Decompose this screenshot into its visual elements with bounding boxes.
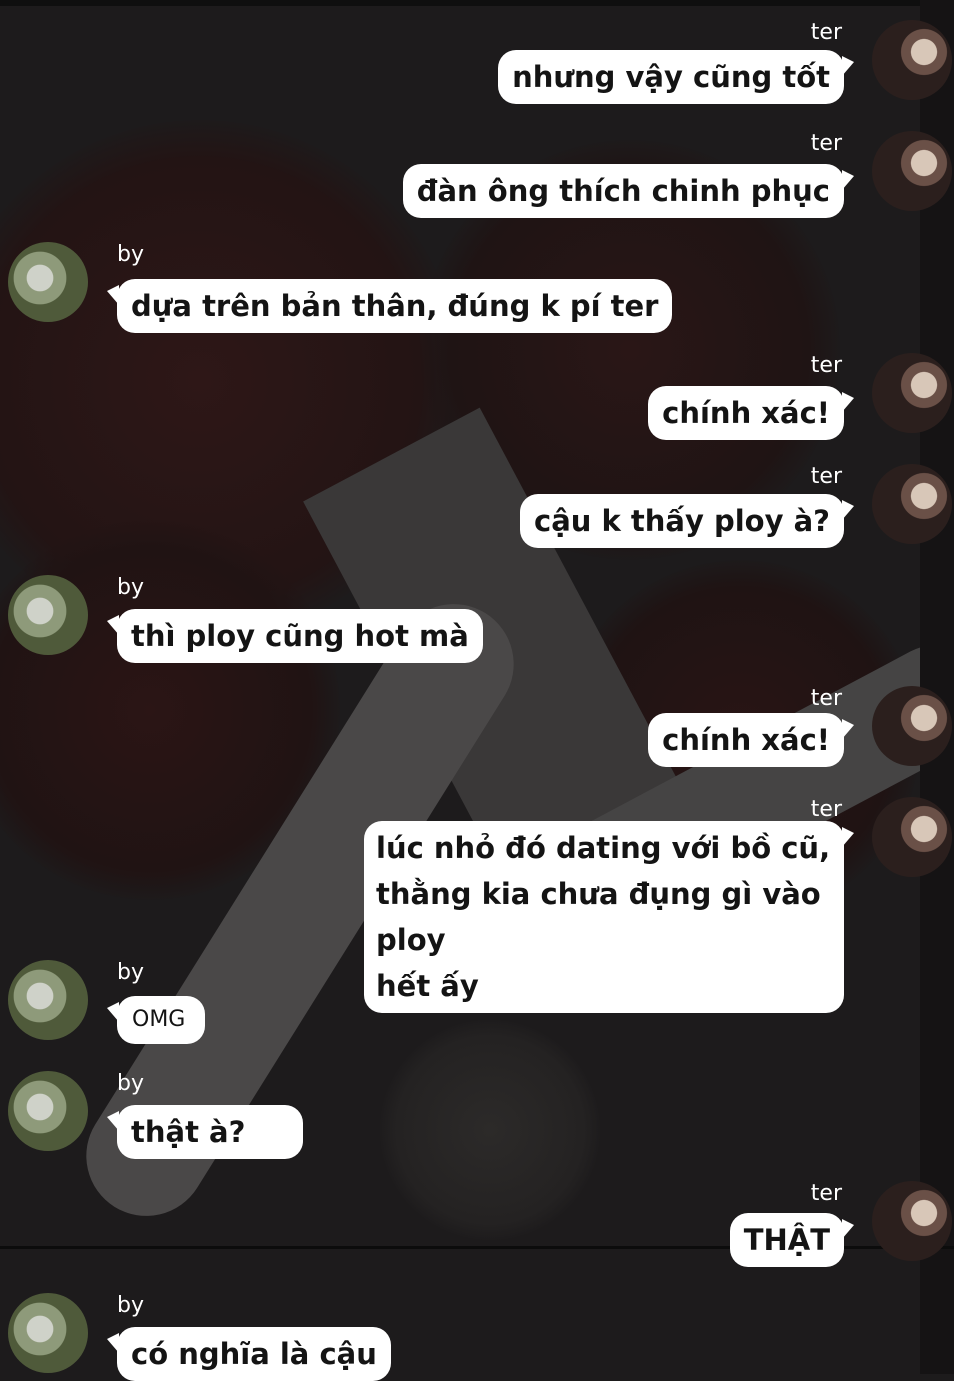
message-bubble[interactable]: thật à? [106, 1105, 304, 1159]
message-row: by OMG [0, 960, 954, 1050]
avatar[interactable] [8, 575, 88, 655]
avatar[interactable] [872, 686, 952, 766]
message-row: ter đàn ông thích chinh phục [0, 131, 954, 221]
avatar[interactable] [872, 20, 952, 100]
sender-name: ter [810, 797, 842, 822]
message-row: ter lúc nhỏ đó dating với bồ cũ, thằng k… [0, 797, 954, 1013]
message-bubble[interactable]: thì ploy cũng hot mà [107, 609, 483, 663]
message-bubble[interactable]: chính xác! [648, 713, 854, 767]
avatar[interactable] [8, 960, 88, 1040]
message-bubble[interactable]: đàn ông thích chinh phục [402, 164, 855, 218]
avatar[interactable] [8, 242, 88, 322]
sender-name: by [117, 960, 144, 985]
avatar[interactable] [872, 131, 952, 211]
sender-name: ter [810, 1181, 842, 1206]
message-line: thằng kia chưa đụng gì vào ploy [376, 877, 821, 957]
message-bubble[interactable]: nhưng vậy cũng tốt [498, 50, 854, 104]
message-row: ter nhưng vậy cũng tốt [0, 20, 954, 110]
sender-name: ter [810, 20, 842, 45]
avatar[interactable] [8, 1071, 88, 1151]
message-row: ter THẬT [0, 1181, 954, 1271]
message-row: by thật à? [0, 1071, 954, 1166]
message-row: ter chính xác! [0, 353, 954, 443]
sender-name: by [117, 1293, 144, 1318]
message-bubble[interactable]: có nghĩa là cậu [107, 1327, 391, 1381]
avatar[interactable] [872, 797, 952, 877]
sender-name: by [117, 575, 144, 600]
message-row: ter cậu k thấy ploy à? [0, 464, 954, 554]
message-bubble[interactable]: dựa trên bản thân, đúng k pí ter [106, 279, 673, 333]
message-bubble[interactable]: THẬT [729, 1213, 855, 1267]
avatar[interactable] [872, 464, 952, 544]
message-row: ter chính xác! [0, 686, 954, 776]
chat-thread: ter nhưng vậy cũng tốt ter đàn ông thích… [0, 0, 954, 1381]
avatar[interactable] [8, 1293, 88, 1373]
sender-name: ter [810, 686, 842, 711]
message-line: lúc nhỏ đó dating với bồ cũ, [376, 831, 831, 865]
message-row: by có nghĩa là cậu [0, 1293, 954, 1381]
message-bubble[interactable]: OMG [106, 996, 206, 1044]
sender-name: by [117, 242, 144, 267]
message-bubble[interactable]: cậu k thấy ploy à? [520, 494, 854, 548]
sender-name: ter [810, 131, 842, 156]
message-row: by thì ploy cũng hot mà [0, 575, 954, 670]
message-row: by dựa trên bản thân, đúng k pí ter [0, 242, 954, 337]
sender-name: by [117, 1071, 144, 1096]
avatar[interactable] [872, 1181, 952, 1261]
sender-name: ter [810, 353, 842, 378]
avatar[interactable] [872, 353, 952, 433]
message-bubble[interactable]: chính xác! [648, 386, 854, 440]
sender-name: ter [810, 464, 842, 489]
